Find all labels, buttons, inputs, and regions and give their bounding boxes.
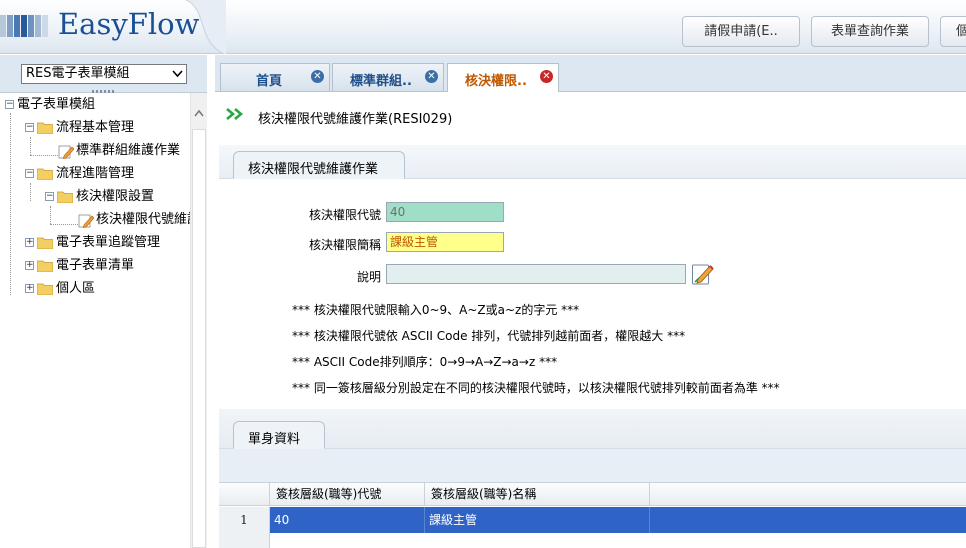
app-header: EasyFlow 請假申請(E.. 表單查詢作業 個 [0, 0, 966, 54]
main-content: 核決權限代號維護作業(RESI029) 核決權限代號維護作業 核決權限代號 40… [215, 93, 966, 548]
header-divider-icon [186, 0, 226, 54]
expand-icon[interactable]: + [25, 284, 34, 293]
folder-icon [37, 260, 53, 272]
note-line: *** 同一簽核層級分別設定在不同的核決權限代號時，以核決權限代號排列較前面者為… [292, 381, 780, 395]
chevron-down-icon [172, 70, 183, 78]
tree-node-approval-settings[interactable]: − 核決權限設置 [0, 187, 190, 207]
expand-icon[interactable]: + [25, 261, 34, 270]
section-tab-label: 單身資料 [248, 432, 301, 447]
collapse-icon[interactable]: − [45, 192, 54, 201]
code-label: 核決權限代號 [308, 208, 381, 222]
double-chevron-icon [226, 108, 244, 120]
page-title: 核決權限代號維護作業(RESI029) [258, 112, 453, 127]
grid-header-level-code[interactable]: 簽核層級(職等)代號 [270, 483, 425, 505]
grid-header-filler [650, 483, 966, 505]
section-tab-main[interactable]: 核決權限代號維護作業 [233, 151, 405, 179]
tree-node-label: 電子表單追蹤管理 [56, 235, 161, 250]
grid-header-rownum [219, 483, 270, 505]
form-edit-icon [58, 145, 74, 159]
form-query-button[interactable]: 表單查詢作業 [811, 16, 929, 47]
tab-home[interactable]: 首頁 ✕ [220, 63, 330, 91]
edit-pencil-icon[interactable] [691, 262, 715, 286]
tab-standard-group[interactable]: 標準群組.. ✕ [332, 63, 444, 91]
note-line: *** ASCII Code排列順序：0→9→A→Z→a→z *** [292, 355, 558, 369]
section-tab-label: 核決權限代號維護作業 [248, 162, 379, 177]
folder-icon [37, 122, 53, 134]
close-icon[interactable]: ✕ [425, 70, 438, 83]
name-field[interactable]: 課級主管 [386, 232, 504, 252]
tree-node-label: 核決權限代號維護作業 [96, 212, 190, 227]
expand-icon[interactable]: + [25, 238, 34, 247]
sidebar: RES電子表單模組 − 電子表單模組 − 流程基本管理 標準群組維護作業 − 流… [0, 55, 207, 548]
sidebar-toolbar: RES電子表單模組 [0, 55, 207, 93]
cell-level-code[interactable]: 40 [270, 507, 425, 533]
description-label: 說明 [356, 270, 381, 284]
table-row-empty [219, 533, 966, 548]
tree-node-form-tracking[interactable]: + 電子表單追蹤管理 [0, 233, 190, 253]
tree-node-standard-group[interactable]: 標準群組維護作業 [0, 141, 190, 161]
tab-label: 首頁 [256, 74, 283, 89]
tree-node-label: 電子表單模組 [17, 97, 96, 112]
section-header-main: 核決權限代號維護作業 [219, 145, 966, 179]
module-select-value: RES電子表單模組 [26, 66, 130, 81]
section-tab-detail[interactable]: 單身資料 [233, 421, 325, 449]
folder-icon [37, 168, 53, 180]
table-row[interactable]: 1 40 課級主管 [219, 507, 966, 533]
code-field[interactable]: 40 [386, 202, 504, 222]
tree-node-label: 標準群組維護作業 [76, 143, 181, 158]
brand-name: EasyFlow [58, 7, 200, 41]
tree-node-label: 流程基本管理 [56, 120, 135, 135]
close-icon[interactable]: ✕ [311, 70, 324, 83]
row-number: 1 [219, 507, 270, 533]
tree-node-label: 流程進階管理 [56, 166, 135, 181]
folder-icon [57, 191, 73, 203]
note-line: *** 核決權限代號依 ASCII Code 排列，代號排列越前面者，權限越大 … [292, 329, 686, 343]
cell-filler [650, 507, 966, 533]
sidebar-scrollbar[interactable] [190, 93, 207, 548]
scrollbar-thumb[interactable] [192, 129, 206, 548]
tree-node-label: 個人區 [56, 281, 96, 296]
folder-icon [37, 283, 53, 295]
cell-level-name[interactable]: 課級主管 [425, 507, 650, 533]
section-header-detail: 單身資料 [219, 409, 966, 449]
header-form: 核決權限代號 40 核決權限簡稱 課級主管 說明 *** 核決權限代號限輸入0~… [219, 179, 966, 409]
tree-node-label: 核決權限設置 [76, 189, 155, 204]
detail-grid: 簽核層級(職等)代號 簽核層級(職等)名稱 1 40 課級主管 [219, 482, 966, 548]
detail-toolbar [219, 449, 966, 482]
tree-node-approval-code[interactable]: 核決權限代號維護作業 [0, 210, 190, 230]
tree-node-basic-flow[interactable]: − 流程基本管理 [0, 118, 190, 138]
leave-request-button[interactable]: 請假申請(E.. [682, 16, 800, 47]
tree-node-root[interactable]: − 電子表單模組 [0, 95, 190, 115]
close-icon[interactable]: ✕ [540, 70, 553, 83]
scroll-up-icon[interactable] [194, 109, 204, 117]
collapse-icon[interactable]: − [25, 169, 34, 178]
row-number-empty [219, 533, 270, 548]
tree-node-advanced-flow[interactable]: − 流程進階管理 [0, 164, 190, 184]
grid-header-level-name[interactable]: 簽核層級(職等)名稱 [425, 483, 650, 505]
folder-icon [37, 237, 53, 249]
page-header: 核決權限代號維護作業(RESI029) [215, 93, 966, 137]
tree-node-form-list[interactable]: + 電子表單清單 [0, 256, 190, 276]
module-tree: − 電子表單模組 − 流程基本管理 標準群組維護作業 − 流程進階管理 − 核決… [0, 93, 190, 548]
description-field[interactable] [386, 264, 686, 284]
app-logo: EasyFlow [0, 6, 210, 46]
tab-label: 標準群組.. [350, 74, 412, 89]
grid-header: 簽核層級(職等)代號 簽核層級(職等)名稱 [219, 482, 966, 506]
tree-node-label: 電子表單清單 [56, 258, 135, 273]
name-label: 核決權限簡稱 [308, 238, 381, 252]
tab-approval-code[interactable]: 核決權限.. ✕ [447, 63, 559, 92]
form-edit-icon [78, 214, 94, 228]
personal-button[interactable]: 個 [940, 16, 966, 47]
tab-label: 核決權限.. [465, 74, 527, 89]
note-line: *** 核決權限代號限輸入0~9、A~Z或a~z的字元 *** [292, 303, 580, 317]
tree-node-personal[interactable]: + 個人區 [0, 279, 190, 299]
module-select[interactable]: RES電子表單模組 [21, 64, 187, 84]
collapse-icon[interactable]: − [25, 123, 34, 132]
collapse-icon[interactable]: − [5, 100, 14, 109]
tab-bar: 首頁 ✕ 標準群組.. ✕ 核決權限.. ✕ [215, 55, 966, 92]
